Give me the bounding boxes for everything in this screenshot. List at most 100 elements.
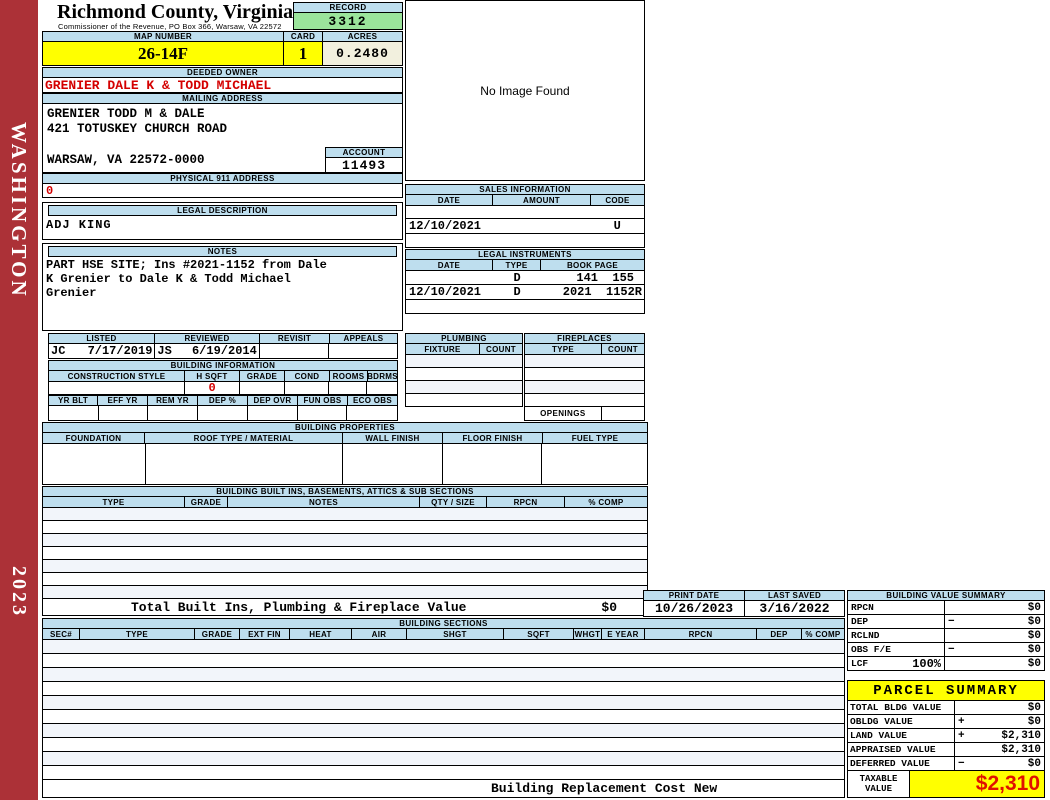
building-sections-header: BUILDING SECTIONS <box>42 618 845 629</box>
physical-address-value: 0 <box>42 184 403 198</box>
notes-box: NOTES PART HSE SITE; Ins #2021-1152 from… <box>42 243 403 331</box>
h-sqft-value: 0 <box>185 381 240 395</box>
building-properties-header: BUILDING PROPERTIES <box>42 422 648 433</box>
parcel-value-cell: $2,310 <box>955 743 1045 757</box>
revisit-header: REVISIT <box>260 333 330 344</box>
rem-yr-value <box>148 406 199 420</box>
openings-label: OPENINGS <box>525 407 602 420</box>
listed-by: JC <box>51 344 66 358</box>
deeded-owner-value: GRENIER DALE K & TODD MICHAEL <box>42 78 403 93</box>
listed-header: LISTED <box>48 333 155 344</box>
bvs-label-cell: DEP <box>847 615 945 629</box>
sales-amount <box>493 219 590 233</box>
map-number-header: MAP NUMBER <box>42 31 284 42</box>
notes-line-1: PART HSE SITE; Ins #2021-1152 from Dale <box>46 258 327 272</box>
bvs-label-cell: RCLND <box>847 629 945 643</box>
instrument-type: D <box>513 285 521 299</box>
county-office: Commissioner of the Revenue, PO Box 366,… <box>58 22 282 31</box>
listed-date: 7/17/2019 <box>87 344 153 358</box>
plumbing-count-header: COUNT <box>480 344 523 355</box>
empty-row <box>43 508 647 521</box>
bvs-label-cell: LCF 100% <box>847 657 945 671</box>
bvs-label-cell: RPCN <box>847 601 945 615</box>
bvs-label: RCLND <box>851 630 880 641</box>
sales-date-header: DATE <box>405 195 493 206</box>
section-dep-header: DEP <box>757 629 802 640</box>
roof-type-header: ROOF TYPE / MATERIAL <box>145 433 343 444</box>
dep-pct-value <box>198 406 248 420</box>
acres-header: ACRES <box>323 31 403 42</box>
record-number: 3312 <box>293 12 403 30</box>
mailing-line-2: 421 TOTUSKEY CHURCH ROAD <box>47 122 228 136</box>
rooms-value <box>329 382 368 394</box>
parcel-value-cell: $0 <box>955 701 1045 715</box>
wall-finish-header: WALL FINISH <box>343 433 443 444</box>
bvs-label: LCF <box>851 658 869 669</box>
bvs-op: − <box>948 643 955 656</box>
parcel-op: + <box>958 729 965 742</box>
cond-header: COND <box>285 371 330 382</box>
card-header: CARD <box>284 31 323 42</box>
empty-row <box>43 521 647 534</box>
sales-code <box>590 206 644 218</box>
builtin-notes-header: NOTES <box>228 497 420 508</box>
foundation-header: FOUNDATION <box>42 433 145 444</box>
legal-description-value: ADJ KING <box>46 218 112 232</box>
parcel-label: DEFERRED VALUE <box>847 757 955 771</box>
bvs-value: $0 <box>1027 629 1041 642</box>
physical-address-header: PHYSICAL 911 ADDRESS <box>42 173 403 184</box>
instrument-bookpage: 141 155 <box>576 270 634 285</box>
reviewed-value: JS 6/19/2014 <box>155 344 260 358</box>
parcel-label: APPRAISED VALUE <box>847 743 955 757</box>
empty-row <box>43 586 647 599</box>
legal-description-header: LEGAL DESCRIPTION <box>48 205 397 216</box>
roof-type-value <box>146 444 343 484</box>
instrument-date <box>406 271 493 284</box>
construction-style-value <box>49 382 186 394</box>
instrument-type: D <box>513 270 521 285</box>
empty-row <box>43 724 844 738</box>
sales-information-header: SALES INFORMATION <box>405 184 645 195</box>
parcel-row: OBLDG VALUE + $0 <box>847 715 1045 729</box>
empty-row <box>43 654 844 668</box>
bvs-label: OBS F/E <box>851 644 891 655</box>
empty-row <box>43 668 844 682</box>
appeals-header: APPEALS <box>330 333 398 344</box>
bvs-row: RCLND $0 <box>847 629 1045 643</box>
reviewed-header: REVIEWED <box>155 333 260 344</box>
fixture-header: FIXTURE <box>405 344 480 355</box>
floor-finish-value <box>443 444 543 484</box>
empty-row <box>525 381 644 394</box>
wall-finish-value <box>343 444 443 484</box>
mailing-line-1: GRENIER TODD M & DALE <box>47 107 205 121</box>
plumbing-header: PLUMBING <box>405 333 523 344</box>
sales-code <box>590 234 644 247</box>
bvs-pct: 100% <box>912 656 941 671</box>
cond-value <box>285 382 330 394</box>
sales-amount <box>493 234 590 247</box>
appeals-value <box>329 344 397 358</box>
parcel-op: + <box>958 715 965 728</box>
bvs-value: $0 <box>1027 643 1041 656</box>
instrument-row: 12/10/2021 D 2021 1152R <box>406 285 644 300</box>
empty-row <box>43 752 844 766</box>
bvs-value: $0 <box>1027 657 1041 670</box>
empty-row <box>406 381 522 394</box>
fireplaces-header: FIREPLACES <box>524 333 645 344</box>
empty-row <box>43 738 844 752</box>
built-ins-header: BUILDING BUILT INS, BASEMENTS, ATTICS & … <box>42 486 648 497</box>
fireplace-type-header: TYPE <box>524 344 602 355</box>
bvs-row: RPCN $0 <box>847 601 1045 615</box>
bvs-value-cell: $0 <box>945 657 1045 671</box>
taxable-label-line2: VALUE <box>864 784 892 794</box>
reviewed-date: 6/19/2014 <box>191 344 257 358</box>
built-ins-total-value: $0 <box>601 599 617 615</box>
bvs-label-cell: OBS F/E <box>847 643 945 657</box>
print-date-header: PRINT DATE <box>643 590 745 601</box>
fun-obs-value <box>298 406 348 420</box>
rem-yr-header: REM YR <box>148 395 198 406</box>
construction-style-header: CONSTRUCTION STYLE <box>48 371 185 382</box>
building-value-summary-header: BUILDING VALUE SUMMARY <box>847 590 1045 601</box>
fireplace-count-header: COUNT <box>602 344 645 355</box>
bvs-label: DEP <box>851 616 869 627</box>
